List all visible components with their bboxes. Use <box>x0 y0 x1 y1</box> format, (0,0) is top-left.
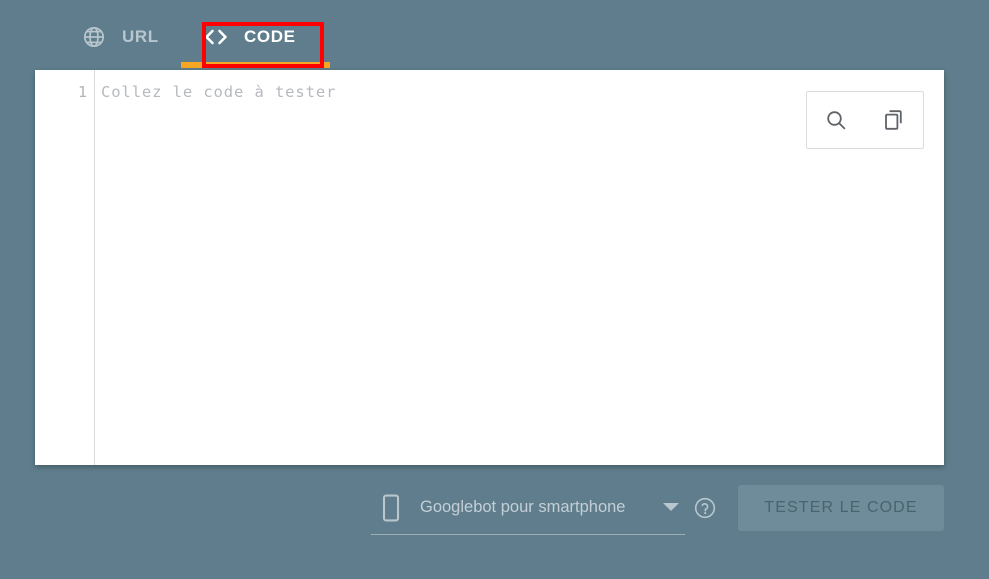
editor-toolbar <box>806 91 924 149</box>
test-code-button[interactable]: TESTER LE CODE <box>738 485 944 531</box>
bottom-bar: Googlebot pour smartphone TESTER LE CODE <box>0 481 989 537</box>
code-brackets-icon <box>203 24 229 50</box>
chevron-down-icon[interactable] <box>663 503 679 511</box>
tab-url-label: URL <box>122 27 159 46</box>
line-number: 1 <box>77 83 87 101</box>
tab-code[interactable]: CODE <box>181 14 318 60</box>
help-circle-icon[interactable] <box>694 497 716 519</box>
tab-code-label: CODE <box>244 27 296 46</box>
globe-icon <box>81 24 107 50</box>
search-icon[interactable] <box>819 103 853 137</box>
smartphone-icon <box>378 493 404 523</box>
tab-bar: URL CODE <box>0 0 989 70</box>
user-agent-value: Googlebot pour smartphone <box>420 498 626 516</box>
tab-url[interactable]: URL <box>67 14 173 60</box>
user-agent-select[interactable]: Googlebot pour smartphone <box>371 481 685 535</box>
code-editor-panel[interactable]: 1 Collez le code à tester <box>35 70 944 465</box>
active-tab-underline <box>181 62 330 68</box>
editor-gutter: 1 <box>35 70 95 465</box>
copy-icon[interactable] <box>877 103 911 137</box>
